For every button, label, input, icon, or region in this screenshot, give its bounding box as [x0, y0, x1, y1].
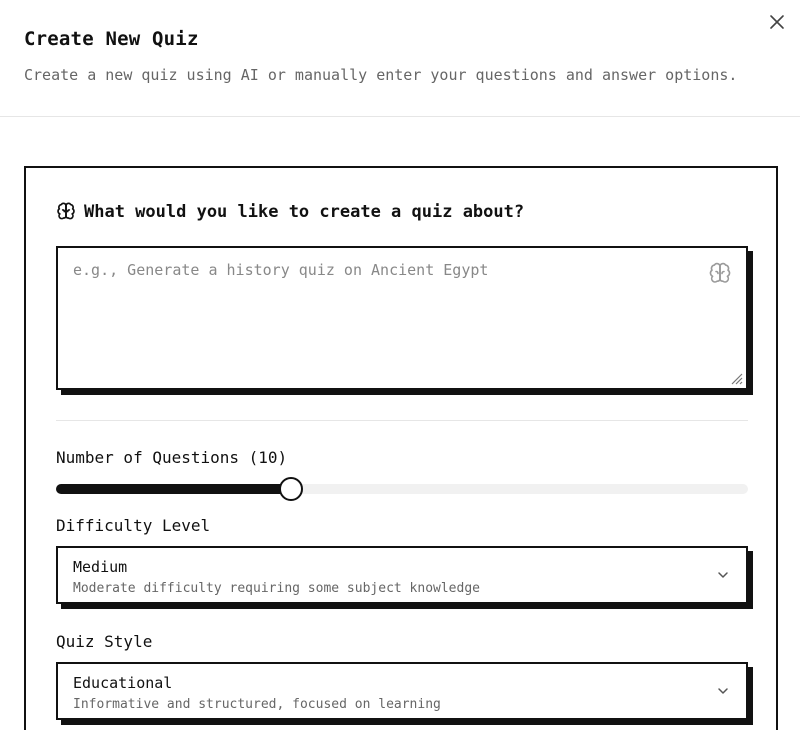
- resize-handle-icon[interactable]: [729, 371, 743, 385]
- slider-thumb[interactable]: [279, 477, 304, 501]
- quiz-style-selected-title: Educational: [73, 674, 173, 692]
- prompt-input[interactable]: [58, 248, 746, 388]
- difficulty-selected-title: Medium: [73, 558, 128, 576]
- difficulty-select[interactable]: Medium Moderate difficulty requiring som…: [56, 546, 748, 604]
- question-count-slider[interactable]: [56, 476, 748, 501]
- close-icon: [770, 15, 784, 29]
- close-button[interactable]: [766, 11, 788, 33]
- dialog-title: Create New Quiz: [24, 28, 199, 50]
- prompt-heading: What would you like to create a quiz abo…: [56, 202, 524, 222]
- slider-fill: [56, 484, 292, 494]
- question-count-label: Number of Questions (10): [56, 448, 288, 467]
- difficulty-label: Difficulty Level: [56, 516, 211, 535]
- quiz-style-label: Quiz Style: [56, 632, 153, 651]
- section-divider: [56, 420, 748, 421]
- quiz-style-selected-description: Informative and structured, focused on l…: [73, 697, 441, 712]
- prompt-heading-text: What would you like to create a quiz abo…: [84, 202, 525, 222]
- prompt-box: [56, 246, 748, 390]
- quiz-style-select[interactable]: Educational Informative and structured, …: [56, 662, 748, 720]
- dialog-header: Create New Quiz Create a new quiz using …: [0, 0, 800, 117]
- chevron-down-icon: [718, 688, 728, 694]
- chevron-down-icon: [718, 572, 728, 578]
- generate-brain-icon[interactable]: [708, 262, 732, 286]
- quiz-form-card: What would you like to create a quiz abo…: [24, 166, 778, 730]
- dialog-description: Create a new quiz using AI or manually e…: [24, 66, 738, 84]
- brain-icon: [57, 202, 75, 220]
- difficulty-selected-description: Moderate difficulty requiring some subje…: [73, 581, 480, 596]
